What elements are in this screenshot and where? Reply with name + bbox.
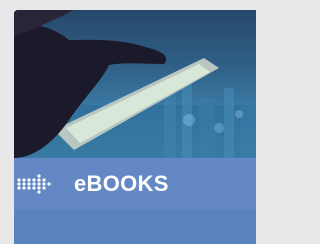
tile-banner[interactable]: eBOOKS — [14, 158, 256, 210]
tile-title: eBOOKS — [74, 171, 169, 196]
tile-footer — [14, 210, 256, 244]
photo-illustration — [14, 10, 256, 158]
ebooks-tile[interactable]: eBOOKS — [14, 10, 256, 244]
tablet-hand-photo[interactable] — [14, 10, 256, 158]
dotted-arrow-icon — [17, 174, 51, 194]
